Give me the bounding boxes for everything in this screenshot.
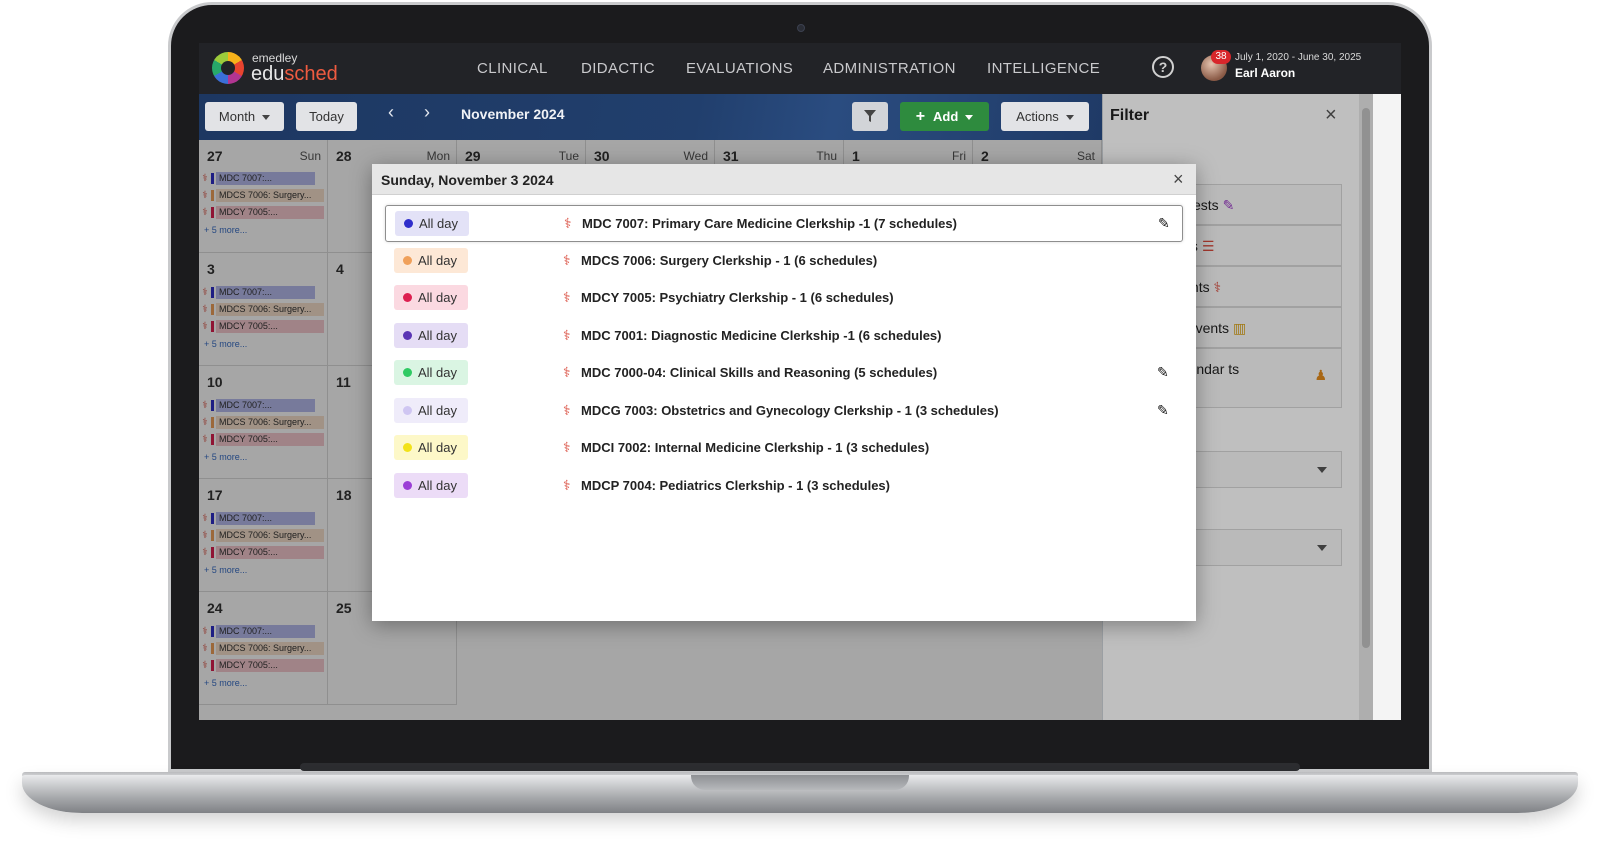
event-title[interactable]: MDCY 7005: Psychiatry Clerkship - 1 (6 s… [581, 290, 894, 305]
academic-year-range[interactable]: July 1, 2020 - June 30, 2025 [1235, 52, 1361, 63]
all-day-badge: All day [394, 435, 468, 460]
all-day-label: All day [418, 365, 458, 380]
logo-word-b: sched [284, 63, 338, 85]
nav-didactic[interactable]: DIDACTIC [581, 60, 655, 77]
all-day-badge: All day [394, 248, 468, 273]
stethoscope-icon: ⚕ [564, 215, 572, 231]
event-title[interactable]: MDC 7001: Diagnostic Medicine Clerkship … [581, 328, 942, 343]
all-day-badge: All day [394, 360, 468, 385]
stethoscope-icon: ⚕ [563, 289, 571, 305]
webcam [797, 24, 805, 32]
today-button[interactable]: Today [296, 102, 357, 131]
plus-icon: + [915, 108, 926, 125]
all-day-badge: All day [394, 285, 468, 310]
actions-button[interactable]: Actions [1001, 102, 1089, 131]
event-color-dot [403, 331, 412, 340]
modal-header: Sunday, November 3 2024 × [372, 164, 1196, 195]
event-color-dot [403, 443, 412, 452]
chevron-down-icon [262, 115, 271, 121]
pencil-icon[interactable]: ✎ [1157, 402, 1169, 419]
all-day-label: All day [418, 478, 458, 493]
all-day-badge: All day [394, 398, 468, 423]
calendar-toolbar: Month Today + Add Actions [199, 94, 1102, 140]
screen: emedley edusched CLINICAL DIDACTIC EVALU… [199, 43, 1401, 720]
stethoscope-icon: ⚕ [563, 477, 571, 493]
filter-button[interactable] [852, 102, 888, 131]
next-month-icon[interactable]: › [424, 102, 430, 123]
event-title[interactable]: MDCG 7003: Obstetrics and Gynecology Cle… [581, 403, 999, 418]
modal-title: Sunday, November 3 2024 [381, 172, 554, 188]
funnel-icon [864, 110, 876, 122]
event-title[interactable]: MDCP 7004: Pediatrics Clerkship - 1 (3 s… [581, 478, 890, 493]
day-events-modal: Sunday, November 3 2024 × All day ⚕ MDC 70… [372, 164, 1196, 621]
event-row[interactable]: All day ⚕ MDC 7007: Primary Care Medicine … [385, 205, 1183, 242]
all-day-badge: All day [394, 473, 468, 498]
add-button[interactable]: + Add [900, 102, 989, 131]
event-color-dot [403, 368, 412, 377]
event-color-dot [404, 219, 413, 228]
event-row[interactable]: All day ⚕ MDCI 7002: Internal Medicine Cle… [385, 430, 1183, 467]
laptop-notch [691, 775, 909, 790]
help-icon[interactable]: ? [1152, 56, 1174, 78]
stethoscope-icon: ⚕ [563, 252, 571, 268]
all-day-badge: All day [395, 211, 469, 236]
view-select-label: Month [218, 109, 256, 124]
event-title[interactable]: MDCS 7006: Surgery Clerkship - 1 (6 sche… [581, 253, 877, 268]
event-row[interactable]: All day ⚕ MDC 7000-04: Clinical Skills and… [385, 355, 1183, 392]
notification-badge[interactable]: 38 [1211, 50, 1231, 64]
all-day-label: All day [418, 253, 458, 268]
all-day-badge: All day [394, 323, 468, 348]
chevron-down-icon [965, 115, 974, 121]
event-color-dot [403, 256, 412, 265]
nav-clinical[interactable]: CLINICAL [477, 60, 548, 77]
all-day-label: All day [419, 216, 459, 231]
all-day-label: All day [418, 290, 458, 305]
logo-icon[interactable] [212, 52, 244, 84]
add-label: Add [933, 109, 959, 124]
stethoscope-icon: ⚕ [563, 402, 571, 418]
prev-month-icon[interactable]: ‹ [388, 102, 394, 123]
nav-administration[interactable]: ADMINISTRATION [823, 60, 956, 77]
event-title[interactable]: MDC 7007: Primary Care Medicine Clerkshi… [582, 216, 957, 231]
event-row[interactable]: All day ⚕ MDC 7001: Diagnostic Medicine Cl… [385, 318, 1183, 355]
event-title[interactable]: MDC 7000-04: Clinical Skills and Reasoni… [581, 365, 937, 380]
pencil-icon[interactable]: ✎ [1158, 215, 1170, 232]
actions-label: Actions [1016, 109, 1059, 124]
all-day-label: All day [418, 440, 458, 455]
nav-evaluations[interactable]: EVALUATIONS [686, 60, 793, 77]
event-row[interactable]: All day ⚕ MDCP 7004: Pediatrics Clerkship … [385, 468, 1183, 505]
stethoscope-icon: ⚕ [563, 327, 571, 343]
top-navbar: emedley edusched CLINICAL DIDACTIC EVALU… [199, 43, 1401, 94]
current-month-label: November 2024 [461, 106, 565, 122]
user-name[interactable]: Earl Aaron [1235, 66, 1295, 80]
view-select-button[interactable]: Month [205, 102, 284, 131]
logo-wordmark[interactable]: edusched [251, 63, 338, 86]
logo-word-a: edu [251, 63, 285, 85]
all-day-label: All day [418, 328, 458, 343]
event-color-dot [403, 293, 412, 302]
close-icon[interactable]: × [1173, 169, 1184, 190]
event-color-dot [403, 481, 412, 490]
stethoscope-icon: ⚕ [563, 364, 571, 380]
nav-intelligence[interactable]: INTELLIGENCE [987, 60, 1100, 77]
event-row[interactable]: All day ⚕ MDCY 7005: Psychiatry Clerkship … [385, 280, 1183, 317]
chevron-down-icon [1065, 115, 1074, 121]
event-title[interactable]: MDCI 7002: Internal Medicine Clerkship -… [581, 440, 929, 455]
all-day-label: All day [418, 403, 458, 418]
pencil-icon[interactable]: ✎ [1157, 364, 1169, 381]
event-row[interactable]: All day ⚕ MDCG 7003: Obstetrics and Gyneco… [385, 393, 1183, 430]
event-row[interactable]: All day ⚕ MDCS 7006: Surgery Clerkship - 1… [385, 243, 1183, 280]
stethoscope-icon: ⚕ [563, 439, 571, 455]
laptop-hinge [300, 763, 1300, 771]
event-color-dot [403, 406, 412, 415]
